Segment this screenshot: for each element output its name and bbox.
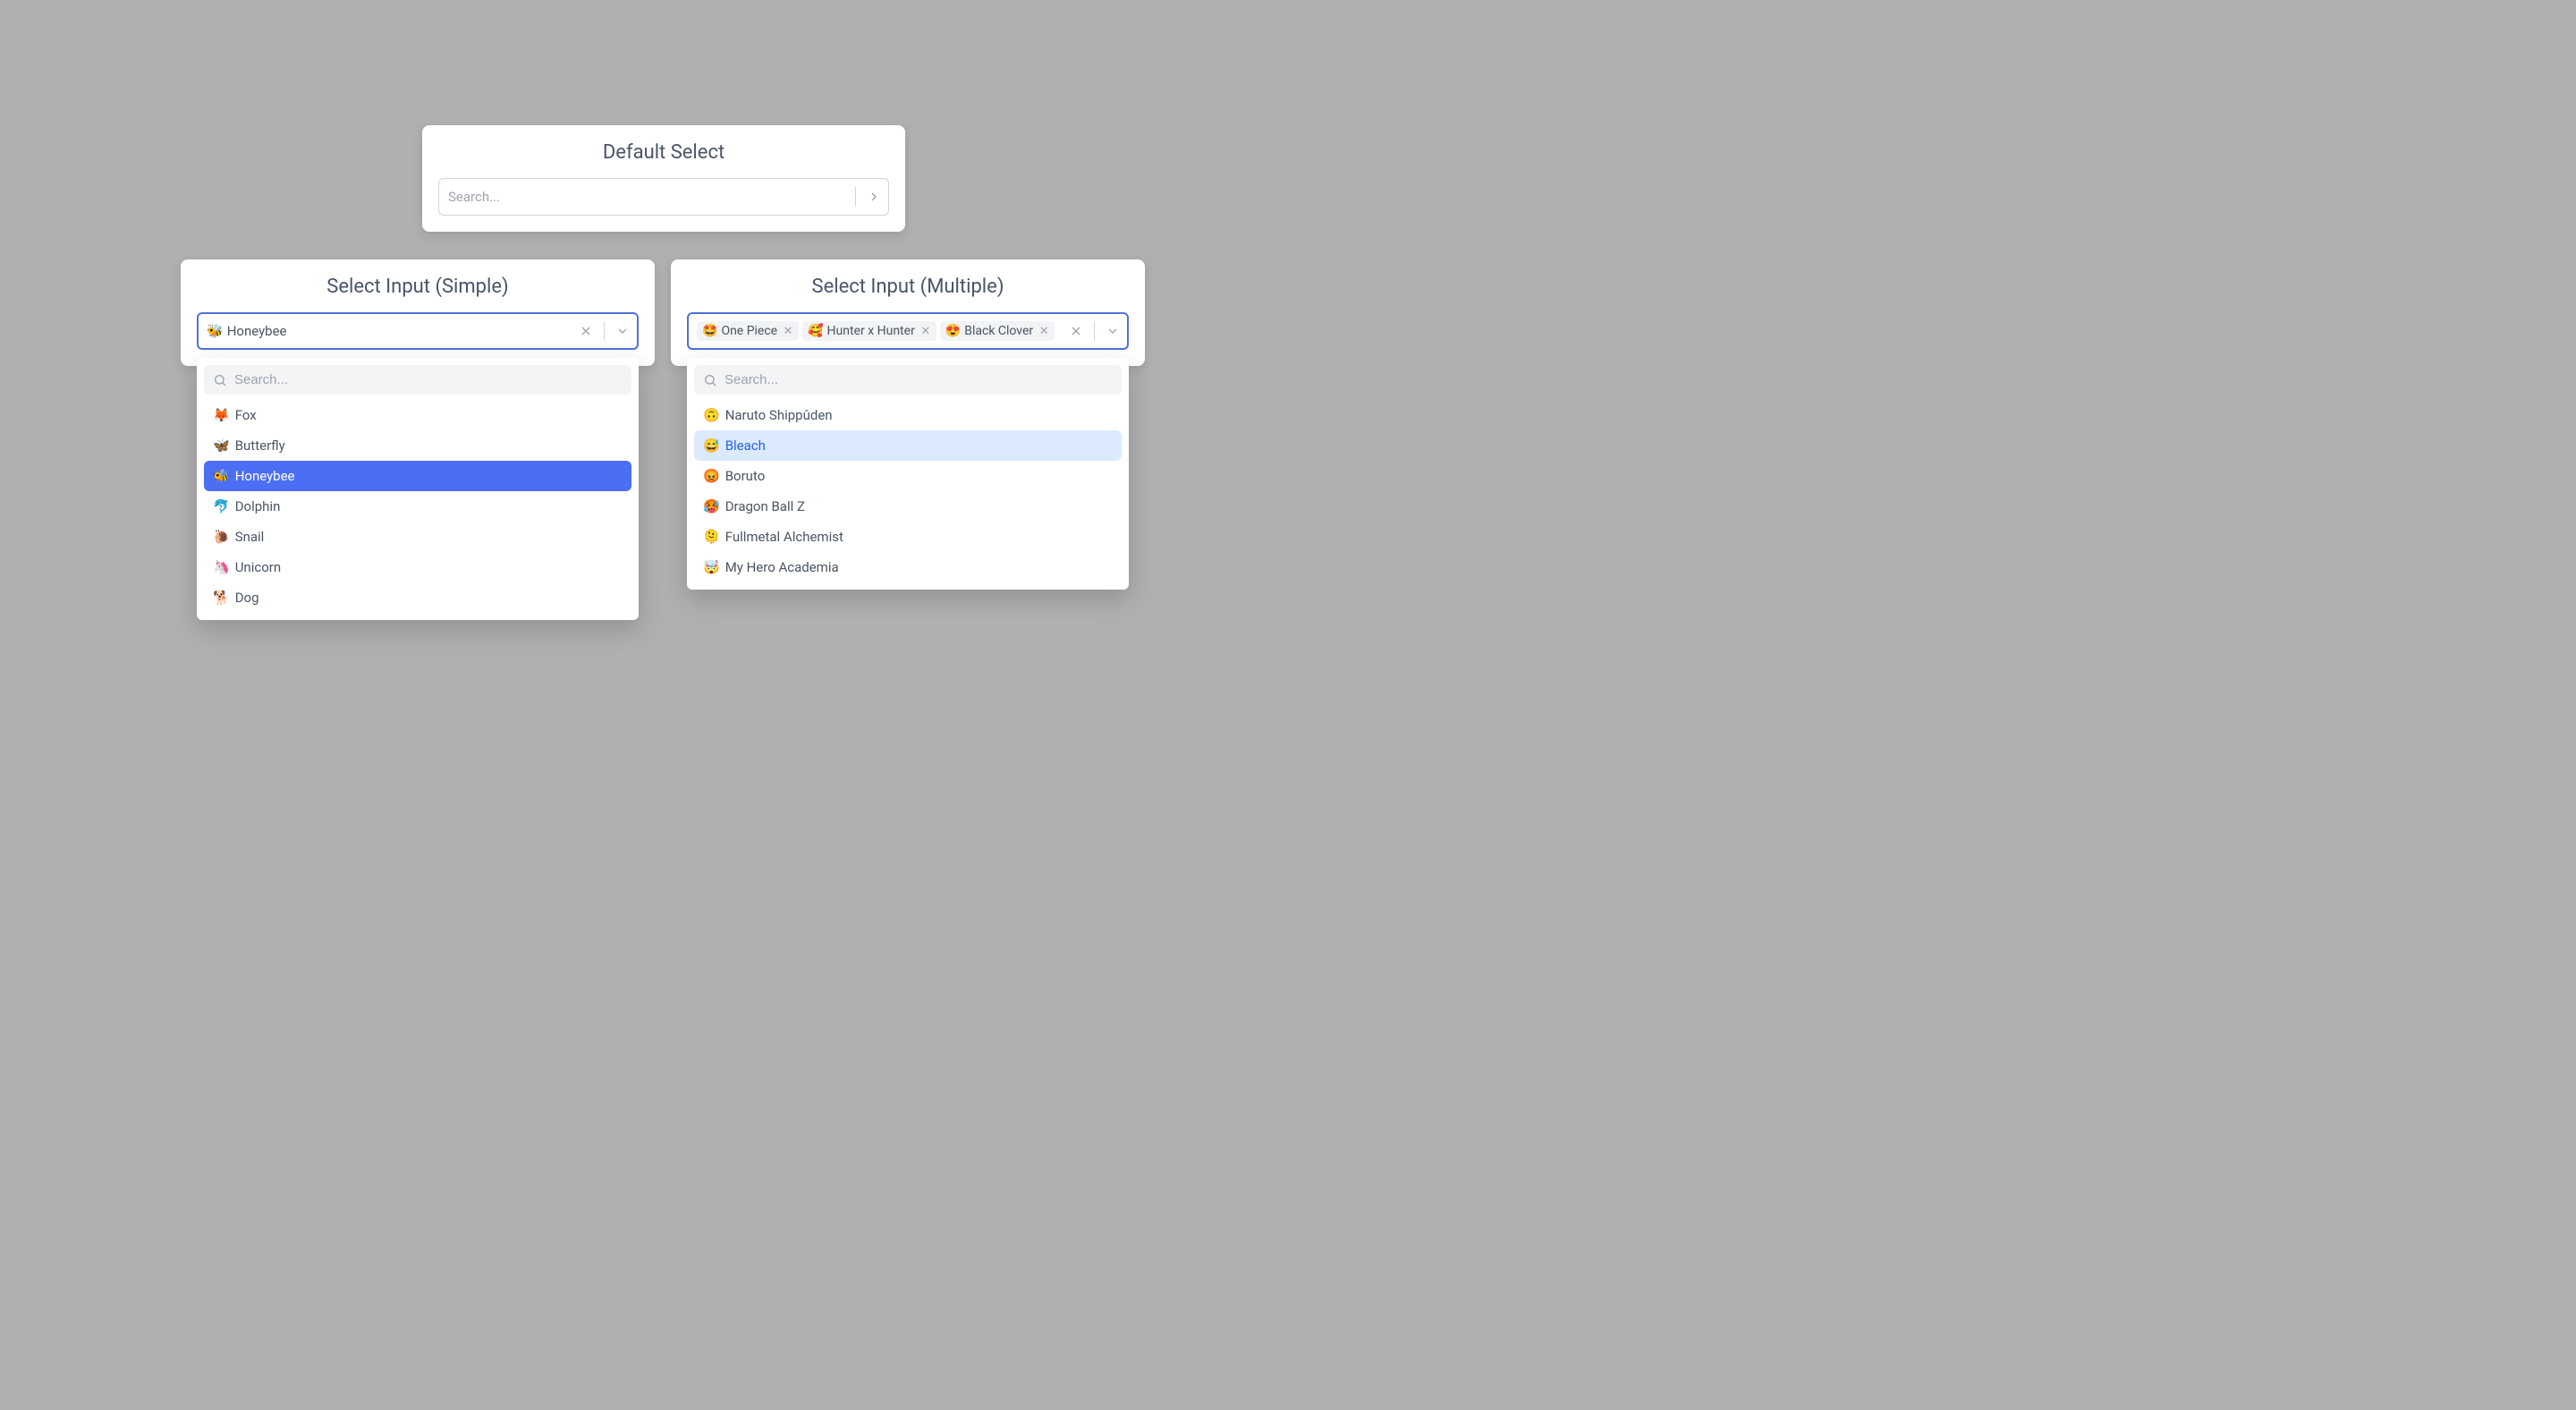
simple-select-card: Select Input (Simple) 🐝 Honeybee (181, 259, 655, 366)
list-item[interactable]: 🤯 My Hero Academia (694, 552, 1122, 582)
close-icon[interactable]: ✕ (1037, 324, 1051, 338)
close-icon[interactable]: ✕ (919, 324, 933, 338)
tag-label: One Piece (721, 324, 777, 338)
option-label: Unicorn (235, 559, 281, 575)
list-item[interactable]: 😡 Boruto (694, 461, 1122, 491)
option-label: Dolphin (235, 498, 281, 514)
list-item[interactable]: 🐝 Honeybee (204, 461, 631, 491)
option-label: Honeybee (235, 468, 295, 484)
default-select-indicators (852, 183, 888, 211)
option-emoji: 🦋 (213, 437, 230, 454)
simple-options-list: 🦊 Fox 🦋 Butterfly 🐝 Honeybee 🐬 Dolphin 🐌 Snail 🦄 Un… (204, 400, 631, 613)
selected-tag: 🤩 One Piece ✕ (697, 321, 799, 341)
search-icon (213, 373, 227, 387)
option-emoji: 🐌 (213, 529, 230, 545)
option-emoji: 🐝 (213, 468, 230, 484)
option-label: Fox (235, 407, 257, 423)
option-emoji: 🥵 (703, 498, 720, 514)
list-item[interactable]: 🥵 Dragon Ball Z (694, 491, 1122, 522)
indicator-separator (1094, 321, 1095, 341)
option-emoji: 😅 (703, 437, 720, 454)
tag-emoji: 🥰 (808, 324, 823, 338)
list-item[interactable]: 🦊 Fox (204, 400, 631, 430)
option-emoji: 🦊 (213, 407, 230, 423)
multiple-select-title: Select Input (Multiple) (687, 276, 1129, 298)
option-label: Dragon Ball Z (725, 498, 805, 514)
indicator-separator (855, 187, 856, 207)
chevron-right-icon[interactable] (860, 183, 888, 211)
option-label: My Hero Academia (725, 559, 839, 575)
simple-select-value-label: Honeybee (227, 323, 287, 339)
default-select-card: Default Select Search... (422, 125, 905, 232)
simple-select-dropdown: 🦊 Fox 🦋 Butterfly 🐝 Honeybee 🐬 Dolphin 🐌 Snail 🦄 Un… (197, 358, 639, 620)
option-label: Dog (235, 590, 259, 606)
tag-emoji: 😍 (945, 324, 961, 338)
list-item[interactable]: 🦄 Unicorn (204, 552, 631, 582)
search-icon (703, 373, 717, 387)
option-label: Snail (235, 529, 265, 545)
default-select-title: Default Select (438, 141, 889, 164)
list-item[interactable]: 😅 Bleach (694, 430, 1122, 461)
simple-search-box[interactable] (204, 365, 631, 395)
simple-select-value-emoji: 🐝 (207, 323, 224, 339)
close-icon[interactable]: ✕ (781, 324, 795, 338)
option-label: Butterfly (235, 437, 285, 454)
chevron-down-icon[interactable] (608, 317, 637, 345)
list-item[interactable]: 🐕 Dog (204, 582, 631, 613)
multiple-select-tags: 🤩One Piece✕🥰Hunter x Hunter✕😍Black Clove… (697, 321, 1062, 341)
simple-select-control[interactable]: 🐝 Honeybee (197, 312, 639, 350)
list-item[interactable]: 🦋 Butterfly (204, 430, 631, 461)
clear-icon[interactable] (1062, 317, 1090, 345)
selected-tag: 🥰 Hunter x Hunter ✕ (802, 321, 936, 341)
multiple-select-control[interactable]: 🤩One Piece✕🥰Hunter x Hunter✕😍Black Clove… (687, 312, 1129, 350)
list-item[interactable]: 🫠 Fullmetal Alchemist (694, 522, 1122, 552)
option-label: Bleach (725, 437, 766, 454)
option-label: Boruto (725, 468, 766, 484)
option-emoji: 🙃 (703, 407, 720, 423)
multiple-search-input[interactable] (724, 372, 1113, 387)
multiple-select-card: Select Input (Multiple) 🤩 One Piece ✕ 🥰 Hunt… (671, 259, 1145, 366)
clear-icon[interactable] (572, 317, 600, 345)
multiple-search-box[interactable] (694, 365, 1122, 395)
option-emoji: 🤯 (703, 559, 720, 575)
list-item[interactable]: 🐬 Dolphin (204, 491, 631, 522)
indicator-separator (604, 321, 605, 341)
tag-label: Hunter x Hunter (827, 324, 915, 338)
simple-search-input[interactable] (234, 372, 623, 387)
option-emoji: 🐬 (213, 498, 230, 514)
multiple-options-list: 🙃 Naruto Shippûden 😅 Bleach 😡 Boruto 🥵 Dragon B… (694, 400, 1122, 582)
option-emoji: 🦄 (213, 559, 230, 575)
tag-emoji: 🤩 (702, 324, 717, 338)
option-label: Fullmetal Alchemist (725, 529, 843, 545)
simple-select-value: 🐝 Honeybee (207, 323, 572, 339)
multiple-select-dropdown: 🙃 Naruto Shippûden 😅 Bleach 😡 Boruto 🥵 Dragon B… (687, 358, 1129, 590)
default-select-placeholder: Search... (448, 189, 852, 205)
tag-label: Black Clover (964, 324, 1033, 338)
option-emoji: 😡 (703, 468, 720, 484)
option-emoji: 🫠 (703, 529, 720, 545)
default-select-control[interactable]: Search... (438, 178, 889, 216)
list-item[interactable]: 🐌 Snail (204, 522, 631, 552)
option-label: Naruto Shippûden (725, 407, 833, 423)
multiple-select-indicators (1062, 317, 1127, 345)
chevron-down-icon[interactable] (1098, 317, 1127, 345)
list-item[interactable]: 🙃 Naruto Shippûden (694, 400, 1122, 430)
option-emoji: 🐕 (213, 590, 230, 606)
selected-tag: 😍Black Clover ✕ (940, 321, 1055, 341)
simple-select-title: Select Input (Simple) (197, 276, 639, 298)
simple-select-indicators (572, 317, 637, 345)
